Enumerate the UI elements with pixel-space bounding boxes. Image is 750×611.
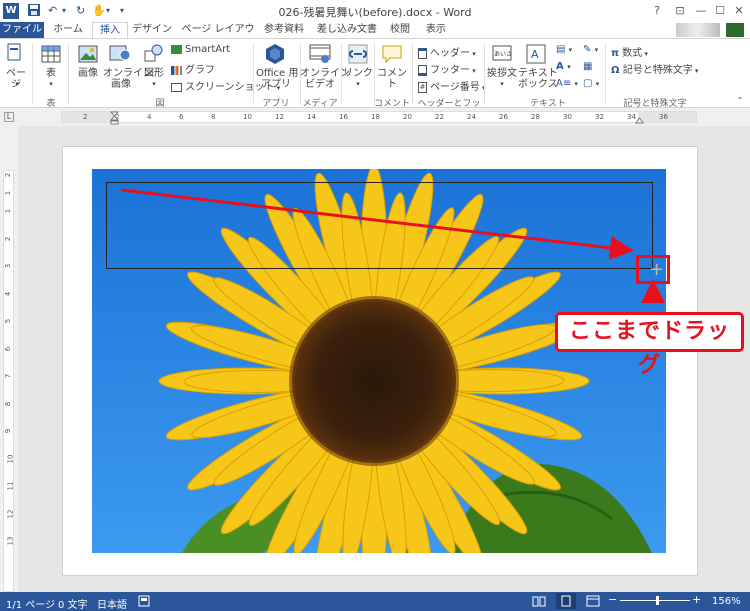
zoom-slider[interactable] <box>620 600 690 601</box>
web-layout-icon[interactable] <box>586 595 600 607</box>
page-count[interactable]: 1/1 ページ <box>6 596 55 611</box>
macro-record-icon[interactable] <box>138 595 150 607</box>
read-mode-icon[interactable] <box>532 595 546 607</box>
callout-label: ここまでドラッグ <box>555 312 744 378</box>
crosshair-icon: + <box>649 259 665 280</box>
zoom-in-icon[interactable]: + <box>692 593 701 606</box>
zoom-out-icon[interactable]: − <box>608 593 617 606</box>
language-indicator[interactable]: 日本語 <box>97 596 127 611</box>
crosshair-cursor-highlight: + <box>636 255 670 284</box>
zoom-slider-thumb[interactable] <box>656 596 659 605</box>
drag-arrow <box>121 188 665 303</box>
zoom-level[interactable]: 156% <box>712 596 741 607</box>
print-layout-icon[interactable] <box>556 593 576 609</box>
status-bar: 1/1 ページ 0 文字 日本語 − + 156% <box>0 592 750 611</box>
word-count[interactable]: 0 文字 <box>58 596 88 611</box>
